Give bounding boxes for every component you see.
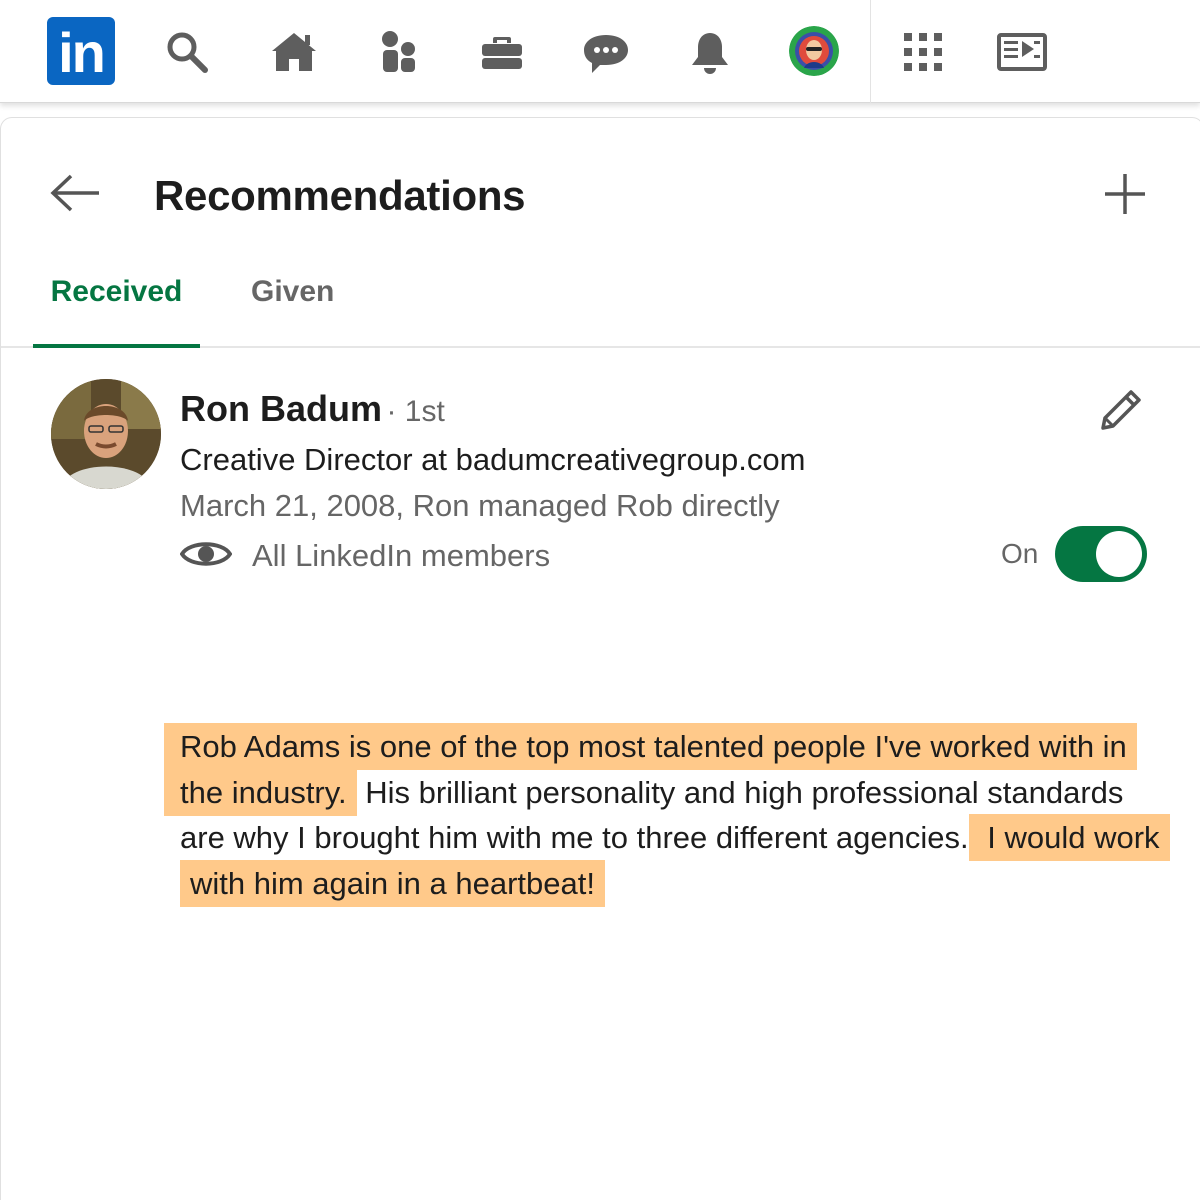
visibility-row: All LinkedIn members — [179, 534, 551, 578]
recommender-name[interactable]: Ron Badum — [180, 388, 382, 429]
linkedin-logo[interactable]: in — [47, 17, 115, 85]
back-arrow-icon[interactable] — [49, 173, 103, 213]
work-grid-icon[interactable] — [893, 22, 953, 82]
connection-degree: · 1st — [386, 395, 445, 428]
learning-icon[interactable] — [992, 22, 1052, 82]
jobs-icon[interactable] — [472, 22, 532, 82]
page-header: Recommendations — [1, 118, 1200, 258]
recommender-name-row: Ron Badum · 1st — [180, 388, 445, 430]
notifications-icon[interactable] — [680, 22, 740, 82]
tab-received[interactable]: Received — [33, 258, 200, 348]
eye-icon — [179, 537, 233, 576]
page-title: Recommendations — [154, 172, 526, 219]
toggle-state-label: On — [1001, 538, 1039, 569]
recommender-headline: Creative Director at badumcreativegroup.… — [180, 442, 806, 477]
search-icon[interactable] — [157, 22, 217, 82]
tab-given[interactable]: Given — [251, 258, 334, 348]
nav-divider — [870, 0, 871, 103]
top-navigation-bar: in — [0, 0, 1200, 103]
tab-bar: Received Given — [1, 258, 1200, 348]
my-network-icon[interactable] — [368, 22, 428, 82]
recommendation-text: Rob Adams is one of the top most talente… — [164, 723, 1170, 907]
recommender-avatar[interactable] — [51, 379, 161, 489]
recommendation-meta: March 21, 2008, Ron managed Rob directly — [180, 488, 780, 523]
add-recommendation-plus-icon[interactable] — [1101, 170, 1149, 218]
toggle-knob — [1096, 531, 1142, 577]
show-recommendation-toggle[interactable] — [1055, 526, 1147, 582]
recommendations-card: Recommendations Received Given Ron Badum… — [0, 117, 1200, 1200]
visibility-label: All LinkedIn members — [252, 538, 551, 573]
edit-pencil-icon[interactable] — [1093, 384, 1147, 438]
messaging-icon[interactable] — [576, 22, 636, 82]
me-avatar[interactable] — [789, 26, 839, 76]
home-icon[interactable] — [264, 22, 324, 82]
